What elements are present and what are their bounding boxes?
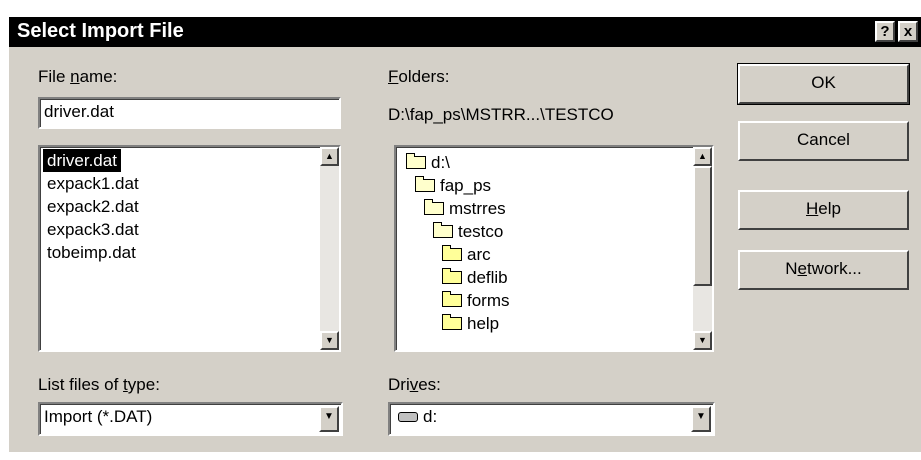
file-list-item-label: tobeimp.dat: [47, 243, 136, 262]
file-list-item[interactable]: expack1.dat: [43, 172, 143, 195]
folder-icon: [442, 245, 462, 261]
file-type-dropdown-icon[interactable]: ▼: [319, 406, 339, 432]
network-button[interactable]: Network...: [738, 250, 909, 290]
file-name-label: File name:: [38, 67, 118, 86]
drives-value-wrap: d:: [398, 407, 437, 427]
current-folder-path: D:\fap_ps\MSTRR...\TESTCO: [388, 105, 614, 124]
file-type-select[interactable]: Import (*.DAT) ▼: [38, 402, 343, 436]
folder-scroll-up-icon[interactable]: ▲: [693, 147, 712, 166]
folder-scroll-down-icon[interactable]: ▼: [693, 331, 712, 350]
folder-item-testco[interactable]: testco: [433, 221, 503, 243]
file-list-item-label: expack3.dat: [47, 220, 139, 239]
file-list-item-label: expack2.dat: [47, 197, 139, 216]
folder-scroll-thumb[interactable]: [693, 166, 712, 286]
folder-item-arc[interactable]: arc: [442, 244, 491, 266]
help-button[interactable]: Help: [738, 190, 909, 230]
folder-item-fapps[interactable]: fap_ps: [415, 175, 491, 197]
folder-item-label: help: [467, 314, 500, 333]
file-name-input[interactable]: driver.dat: [38, 97, 341, 129]
folder-icon: [442, 291, 462, 307]
cancel-button[interactable]: Cancel: [738, 121, 909, 161]
folder-item-deflib[interactable]: deflib: [442, 267, 508, 289]
dialog-title: Select Import File: [17, 20, 184, 42]
select-import-file-dialog: Select Import File ? x File name: driver…: [8, 16, 921, 452]
folder-item-label: arc: [467, 245, 491, 264]
help-title-button[interactable]: ?: [875, 21, 895, 42]
file-name-value: driver.dat: [44, 102, 114, 121]
file-list-scroll-down-icon[interactable]: ▼: [320, 331, 339, 350]
file-list-item[interactable]: driver.dat: [43, 149, 143, 172]
folder-item-forms[interactable]: forms: [442, 290, 510, 312]
file-list-item[interactable]: tobeimp.dat: [43, 241, 143, 264]
folder-open-icon: [424, 199, 444, 215]
folder-item-label: deflib: [467, 268, 508, 287]
file-list-scrollbar[interactable]: ▲ ▼: [320, 147, 339, 350]
file-type-label: List files of type:: [38, 375, 160, 394]
folder-icon: [442, 268, 462, 284]
file-type-value: Import (*.DAT): [44, 407, 153, 426]
file-list-scroll-up-icon[interactable]: ▲: [320, 147, 339, 166]
folder-tree-scrollbar[interactable]: ▲ ▼: [693, 147, 712, 350]
title-bar[interactable]: Select Import File ? x: [9, 17, 921, 47]
folder-item-label: testco: [458, 222, 504, 241]
ok-button[interactable]: OK: [737, 63, 910, 105]
file-list-item[interactable]: expack2.dat: [43, 195, 143, 218]
folder-tree[interactable]: d:\ fap_psmstrres testco arc deflib forms help…: [394, 145, 714, 352]
file-list-item[interactable]: expack3.dat: [43, 218, 143, 241]
folder-item-mstrres[interactable]: mstrres: [424, 198, 506, 220]
close-title-button[interactable]: x: [898, 21, 918, 42]
file-list-item-label: expack1.dat: [47, 174, 139, 193]
drives-value: d:: [423, 407, 438, 426]
drives-dropdown-icon[interactable]: ▼: [691, 406, 711, 432]
folder-item-d[interactable]: d:\: [406, 152, 450, 174]
folder-item-help[interactable]: help: [442, 313, 499, 335]
folder-item-label: forms: [467, 291, 510, 310]
drives-label: Drives:: [388, 375, 441, 394]
file-list[interactable]: driver.dat expack1.dat expack2.dat expack3.…: [38, 145, 341, 352]
hard-drive-icon: [398, 412, 418, 422]
folder-item-label: d:\: [431, 153, 450, 172]
folder-item-label: mstrres: [449, 199, 506, 218]
file-list-item-label: driver.dat: [43, 149, 121, 172]
folder-open-icon: [433, 222, 453, 238]
folder-open-icon: [406, 153, 426, 169]
folders-label: Folders:: [388, 67, 450, 86]
folder-open-icon: [415, 176, 435, 192]
drives-select[interactable]: d: ▼: [388, 402, 715, 436]
folder-icon: [442, 314, 462, 330]
folder-item-label: fap_ps: [440, 176, 492, 195]
